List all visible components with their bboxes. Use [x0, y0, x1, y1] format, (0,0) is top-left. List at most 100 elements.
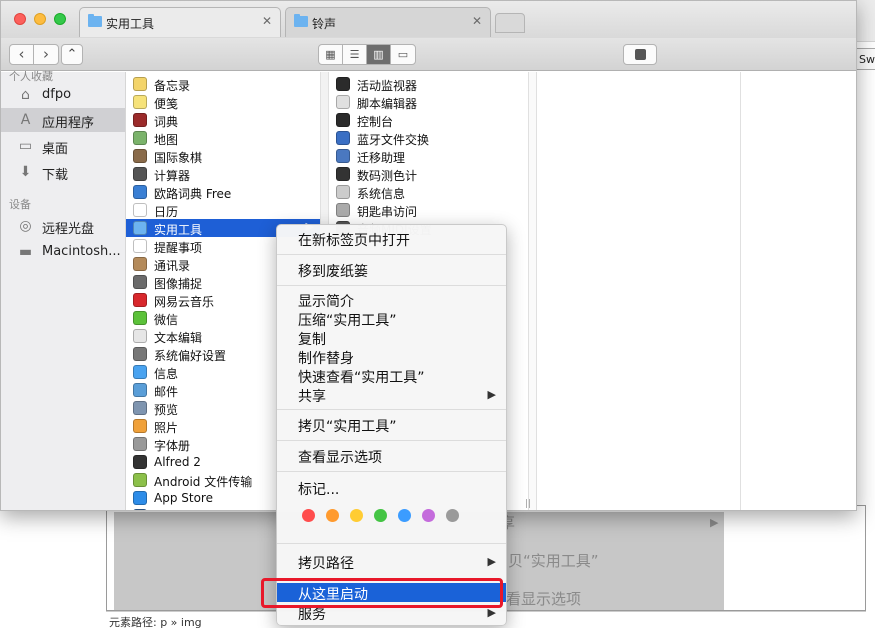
app-icon	[133, 203, 147, 217]
back-button[interactable]: ‹	[10, 45, 34, 64]
list-item[interactable]: 备忘录	[126, 75, 320, 93]
list-item[interactable]: 钥匙串访问	[329, 201, 528, 219]
list-item[interactable]: 数码测色计	[329, 165, 528, 183]
menu-item-label: 移到废纸篓	[298, 264, 368, 280]
list-item-label: 蓝牙文件交换	[357, 133, 430, 147]
chevron-up-icon: ⌃	[66, 47, 78, 62]
list-item-label: 网易云音乐	[154, 295, 215, 309]
menu-item-label: 压缩“实用工具”	[298, 313, 397, 329]
menu-separator	[277, 543, 506, 544]
menu-item-get-info[interactable]: 显示简介	[277, 290, 506, 310]
menu-item-copy-path[interactable]: 拷贝路径 ▶	[277, 552, 506, 572]
column-view-icon[interactable]: ▥	[367, 45, 391, 64]
minimize-window-button[interactable]	[34, 13, 46, 25]
menu-item-share[interactable]: 共享 ▶	[277, 385, 506, 405]
tag-color-dot[interactable]	[374, 509, 387, 522]
gallery-view-icon[interactable]: ▭	[391, 45, 415, 64]
list-item-label: AppCleaner	[154, 509, 224, 510]
view-mode-selector: ▦ ☰ ▥ ▭	[318, 44, 416, 65]
tag-color-dot[interactable]	[326, 509, 339, 522]
menu-item-copy[interactable]: 拷贝“实用工具”	[277, 415, 506, 435]
sidebar-item-desktop[interactable]: ▭ 桌面	[1, 134, 125, 158]
list-item-label: Android 文件传输	[154, 475, 253, 489]
sidebar-item-macintosh-hd[interactable]: ▬ Macintosh...	[1, 240, 125, 264]
enclosing-folder-button[interactable]: ⌃	[61, 44, 83, 65]
app-icon	[133, 491, 147, 505]
menu-item-show-view-options[interactable]: 查看显示选项	[277, 446, 506, 466]
tab-ringtones[interactable]: 铃声 ✕	[285, 7, 491, 37]
menu-item-label: 复制	[298, 332, 326, 348]
column-resize-handle[interactable]: ||	[525, 499, 531, 509]
sidebar-item-label: 下载	[42, 168, 69, 183]
folder-icon	[88, 14, 102, 27]
app-icon	[133, 365, 147, 379]
menu-item-label: 拷贝“实用工具”	[298, 419, 397, 435]
tab-utilities[interactable]: 实用工具 ✕	[79, 7, 281, 37]
ghost-text-view: 看显示选项	[506, 590, 582, 608]
new-tab-button[interactable]	[495, 13, 525, 33]
list-item[interactable]: 蓝牙文件交换	[329, 129, 528, 147]
folder-icon	[294, 14, 308, 27]
list-view-icon[interactable]: ☰	[343, 45, 367, 64]
menu-item-quick-look[interactable]: 快速查看“实用工具”	[277, 366, 506, 386]
tab-close-icon[interactable]: ✕	[472, 14, 482, 28]
list-item-label: 钥匙串访问	[357, 205, 418, 219]
app-icon	[133, 437, 147, 451]
ghost-arrow: ▶	[710, 516, 719, 529]
app-icon	[133, 149, 147, 163]
list-item[interactable]: 欧路词典 Free	[126, 183, 320, 201]
app-icon	[133, 473, 147, 487]
list-item[interactable]: 日历	[126, 201, 320, 219]
list-item-label: 迁移助理	[357, 151, 406, 165]
ghost-text-copy: 贝“实用工具”	[508, 552, 599, 570]
tag-color-dot[interactable]	[446, 509, 459, 522]
tag-color-dot[interactable]	[350, 509, 363, 522]
sidebar-item-remote-disc[interactable]: ◎ 远程光盘	[1, 214, 125, 238]
app-icon	[336, 131, 350, 145]
sidebar-item-downloads[interactable]: ⬇ 下载	[1, 160, 125, 184]
tab-close-icon[interactable]: ✕	[262, 14, 272, 28]
tag-color-dot[interactable]	[422, 509, 435, 522]
app-icon	[133, 221, 147, 235]
list-item[interactable]: 计算器	[126, 165, 320, 183]
forward-button[interactable]: ›	[34, 45, 58, 64]
menu-item-make-alias[interactable]: 制作替身	[277, 347, 506, 367]
list-item[interactable]: 脚本编辑器	[329, 93, 528, 111]
sidebar-item-applications[interactable]: A 应用程序	[1, 108, 125, 132]
icon-view-icon[interactable]: ▦	[319, 45, 343, 64]
sidebar-item-label: dfpo	[42, 87, 72, 102]
column-empty-2	[741, 72, 856, 510]
list-item[interactable]: 国际象棋	[126, 147, 320, 165]
sidebar: 个人收藏 ⌂ dfpo A 应用程序 ▭ 桌面 ⬇ 下载 设备 ◎ 远程光盘 ▬…	[1, 70, 126, 510]
list-item[interactable]: 活动监视器	[329, 75, 528, 93]
list-item-label: 地图	[154, 133, 179, 147]
column-divider[interactable]	[529, 72, 537, 510]
menu-item-open-in-new-tab[interactable]: 在新标签页中打开	[277, 229, 506, 249]
list-item-label: 备忘录	[154, 79, 191, 93]
disc-icon: ◎	[19, 218, 32, 234]
sidebar-item-home[interactable]: ⌂ dfpo	[1, 83, 125, 107]
close-window-button[interactable]	[14, 13, 26, 25]
menu-item-compress[interactable]: 压缩“实用工具”	[277, 309, 506, 329]
list-item-label: 字体册	[154, 439, 191, 453]
list-item[interactable]: 便笺	[126, 93, 320, 111]
menu-item-tags[interactable]: 标记...	[277, 478, 506, 498]
home-icon: ⌂	[21, 87, 30, 103]
menu-item-label: 查看显示选项	[298, 450, 382, 466]
menu-separator	[277, 285, 506, 286]
list-item[interactable]: 系统信息	[329, 183, 528, 201]
list-item[interactable]: 迁移助理	[329, 147, 528, 165]
app-icon	[336, 167, 350, 181]
menu-separator	[277, 254, 506, 255]
submenu-arrow-icon: ▶	[487, 555, 496, 568]
menu-item-move-to-trash[interactable]: 移到废纸篓	[277, 260, 506, 280]
zoom-window-button[interactable]	[54, 13, 66, 25]
menu-item-duplicate[interactable]: 复制	[277, 328, 506, 348]
list-item[interactable]: 控制台	[329, 111, 528, 129]
tag-color-dot[interactable]	[398, 509, 411, 522]
list-item[interactable]: 地图	[126, 129, 320, 147]
tag-color-dot[interactable]	[302, 509, 315, 522]
list-item[interactable]: 词典	[126, 111, 320, 129]
list-item-label: 日历	[154, 205, 179, 219]
tag-button[interactable]	[623, 44, 657, 65]
